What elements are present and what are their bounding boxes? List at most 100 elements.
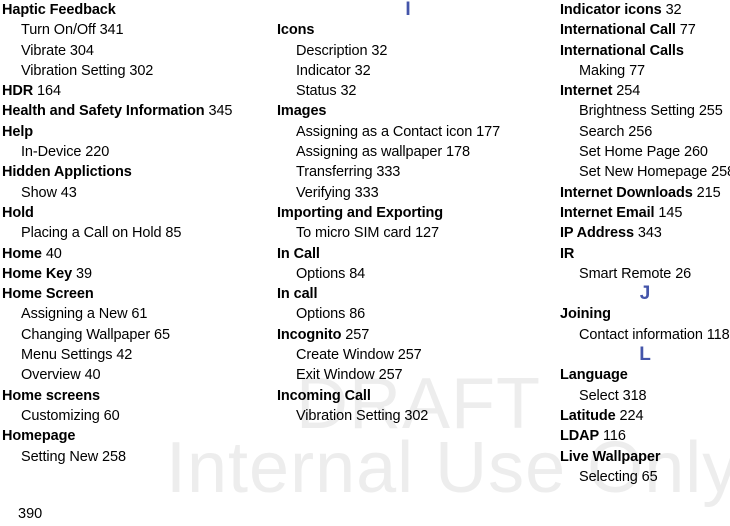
index-entry-sub: Status 32 [277, 81, 539, 101]
index-entry-page-ref: 215 [692, 184, 721, 201]
index-entry-page-ref: 224 [615, 407, 644, 424]
index-entry-sub: Contact information 118 [560, 325, 730, 345]
index-entry-page-ref: 86 [345, 306, 366, 323]
index-entry-main: Incognito 257 [277, 325, 539, 345]
index-entry-sub: Placing a Call on Hold 85 [2, 223, 264, 243]
index-entry-page-ref: 39 [72, 265, 92, 282]
index-column-3: Indicator icons 32 International Call 77 I… [560, 0, 730, 487]
index-entry-sub: Create Window 257 [277, 345, 539, 365]
index-entry-main: Images [277, 101, 539, 121]
index-entry-sub: Vibration Setting 302 [2, 61, 264, 81]
index-entry-main: Homepage [2, 426, 264, 446]
index-entry-main: Latitude 224 [560, 406, 730, 426]
index-entry-page-ref: 145 [654, 204, 683, 221]
index-entry-sub: Transferring 333 [277, 162, 539, 182]
index-entry-label: Brightness Setting [579, 103, 695, 120]
index-entry-page-ref: 164 [33, 83, 61, 100]
index-entry-page-ref: 177 [472, 123, 501, 140]
index-entry-label: Overview [21, 367, 81, 384]
index-entry-label: Assigning as a Contact icon [296, 123, 473, 140]
index-entry-sub: Options 84 [277, 264, 539, 284]
index-entry-page-ref: 255 [694, 103, 723, 120]
index-entry-label: Selecting [579, 468, 638, 485]
index-entry-page-ref: 116 [599, 428, 626, 445]
page-number: 390 [18, 506, 43, 522]
index-entry-sub: Select 318 [560, 386, 730, 406]
index-entry-label: Importing and Exporting [277, 204, 444, 221]
index-entry-label: Options [296, 306, 346, 323]
index-entry-sub: Vibrate 304 [2, 41, 264, 61]
index-page-content: Haptic Feedback Turn On/Off 341 Vibrate 30… [0, 0, 730, 526]
index-entry-sub: Smart Remote 26 [560, 264, 730, 284]
index-entry-sub: Brightness Setting 255 [560, 101, 730, 121]
index-entry-label: Indicator icons [560, 2, 662, 18]
index-entry-label: LDAP [560, 428, 600, 445]
index-entry-main: Home screens [2, 386, 264, 406]
index-entry-page-ref: 260 [680, 144, 708, 161]
index-entry-label: Changing Wallpaper [21, 326, 151, 343]
index-entry-label: Home [2, 245, 42, 262]
index-entry-main: HDR 164 [2, 81, 264, 101]
index-entry-page-ref: 178 [442, 144, 470, 161]
index-entry-sub: Description 32 [277, 41, 539, 61]
index-entry-label: Health and Safety Information [2, 103, 205, 120]
index-entry-label: Homepage [2, 428, 76, 445]
index-entry-label: Language [560, 367, 628, 384]
index-entry-sub: Options 86 [277, 304, 539, 324]
index-entry-label: Hidden Applictions [2, 164, 132, 181]
page-footer: 390 [18, 505, 42, 523]
index-entry-page-ref: 77 [625, 62, 646, 79]
index-entry-label: Home Screen [2, 286, 94, 303]
index-entry-page-ref: 60 [99, 407, 120, 424]
index-entry-label: Contact information [579, 326, 703, 343]
index-entry-label: Assigning as wallpaper [296, 144, 443, 161]
index-entry-sub: Setting New 258 [2, 447, 264, 467]
index-entry-main: Importing and Exporting [277, 203, 539, 223]
index-entry-label: Show [21, 184, 57, 201]
index-entry-label: Incoming Call [277, 387, 371, 404]
index-entry-page-ref: 61 [127, 306, 148, 323]
index-entry-page-ref: 343 [633, 225, 662, 242]
index-entry-label: Assigning a New [21, 306, 128, 323]
index-entry-page-ref: 304 [65, 42, 94, 59]
index-entry-sub: Exit Window 257 [277, 365, 539, 385]
index-entry-main: In call [277, 284, 539, 304]
index-entry-label: Verifying [296, 184, 351, 201]
index-entry-main: Hidden Applictions [2, 162, 264, 182]
index-column-2: I Icons Description 32 Indicator 32 Status 3… [277, 0, 539, 426]
index-entry-label: Joining [560, 306, 611, 323]
index-entry-label: In-Device [21, 144, 82, 161]
index-entry-page-ref: 84 [345, 265, 366, 282]
index-entry-page-ref: 345 [204, 103, 233, 120]
index-letter-heading: J [639, 283, 651, 305]
index-entry-main: International Call 77 [560, 20, 730, 40]
index-entry-page-ref: 118 [702, 326, 730, 343]
index-entry-label: Customizing [21, 407, 100, 424]
index-entry-label: In Call [277, 245, 320, 262]
index-entry-main: Health and Safety Information 345 [2, 101, 264, 121]
index-entry-page-ref: 333 [372, 164, 401, 181]
index-entry-label: Turn On/Off [21, 22, 96, 39]
index-entry-page-ref: 256 [624, 123, 653, 140]
index-entry-sub: Search 256 [560, 122, 730, 142]
index-entry-sub: Customizing 60 [2, 406, 264, 426]
index-entry-label: Indicator [296, 62, 351, 79]
index-entry-label: In call [277, 286, 318, 303]
index-entry-page-ref: 258 [711, 164, 730, 181]
index-entry-page-ref: 220 [81, 144, 110, 161]
index-entry-sub: Overview 40 [2, 365, 264, 385]
index-letter-heading: L [639, 344, 651, 366]
index-entry-label: Internet Email [560, 204, 655, 221]
index-entry-main: Live Wallpaper [560, 447, 730, 467]
index-entry-main: Home Screen [2, 284, 264, 304]
index-entry-page-ref: 65 [637, 468, 658, 485]
index-entry-label: Set New Homepage [579, 164, 708, 181]
index-entry-label: HDR [2, 83, 34, 100]
index-entry-page-ref: 40 [41, 245, 62, 262]
index-entry-label: Exit Window [296, 367, 375, 384]
index-entry-sub: Assigning as wallpaper 178 [277, 142, 539, 162]
index-entry-label: Home screens [2, 387, 100, 404]
index-entry-sub: To micro SIM card 127 [277, 223, 539, 243]
index-entry-label: To micro SIM card [296, 225, 412, 242]
index-entry-label: Smart Remote [579, 265, 672, 282]
